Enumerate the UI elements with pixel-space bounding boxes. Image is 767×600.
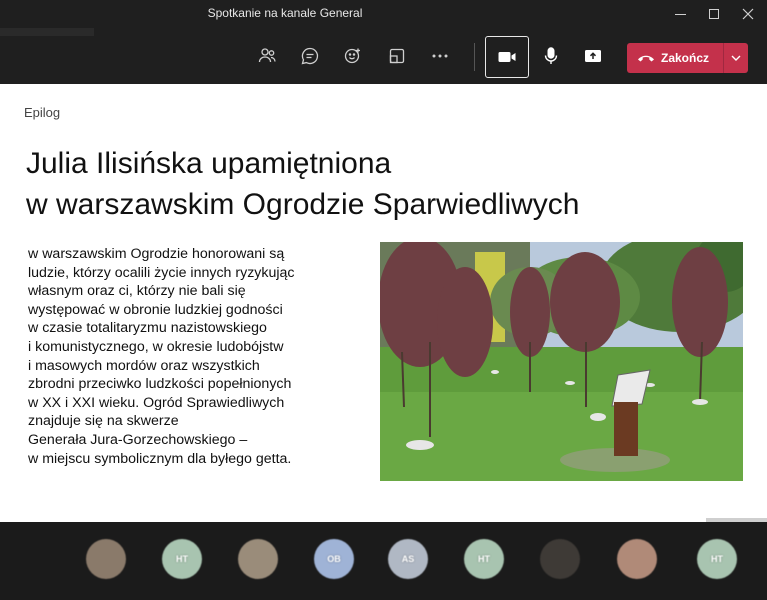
body-line: i komunistycznego, w okresie ludobójstw: [28, 338, 284, 355]
participant-avatar[interactable]: AS: [388, 539, 428, 579]
share-screen-button[interactable]: [575, 38, 611, 74]
participant-avatar[interactable]: HT: [464, 539, 504, 579]
breakout-rooms-button[interactable]: [379, 38, 415, 74]
slide-section-label: Epilog: [24, 105, 61, 120]
chevron-down-icon: [731, 55, 740, 61]
slide-title-line-2: w warszawskim Ogrodzie Sparwiedliwych: [26, 188, 580, 221]
toolbar-separator: [474, 43, 475, 71]
body-line: występować w obronie ludzkiej godności: [28, 301, 283, 318]
body-line: w XX i XXI wieku. Ogród Sprawiedliwych: [28, 394, 285, 411]
more-icon: [432, 54, 448, 58]
avatar-initials: HT: [176, 554, 188, 564]
avatar-initials: AS: [401, 554, 415, 564]
maximize-button[interactable]: [697, 0, 731, 28]
minimize-button[interactable]: [663, 0, 697, 28]
more-actions-button[interactable]: [422, 38, 458, 74]
shared-presentation-slide: Epilog Julia Ilisińska upamiętniona w wa…: [0, 84, 767, 522]
slide-body-text: w warszawskim Ogrodzie honorowani są lud…: [28, 245, 373, 468]
toolbar-left-pad: [0, 28, 94, 36]
body-line: ludzie, którzy ocalili życie innych ryzy…: [28, 264, 295, 281]
chat-button[interactable]: [292, 38, 328, 74]
chat-icon: [301, 47, 319, 65]
body-line: znajduje się na skwerze: [28, 413, 179, 430]
body-line: w warszawskim Ogrodzie honorowani są: [28, 246, 285, 262]
avatar-initials: HT: [478, 554, 490, 564]
microphone-toggle-button[interactable]: [533, 38, 569, 74]
camera-toggle-button[interactable]: [485, 36, 529, 78]
share-screen-icon: [585, 50, 601, 62]
hang-up-icon: [637, 53, 659, 63]
avatar-initials: OB: [327, 554, 341, 564]
body-line: w czasie totalitaryzmu nazistowskiego: [28, 320, 267, 337]
garden-photo: [380, 242, 743, 481]
reactions-button[interactable]: [335, 38, 371, 74]
avatar-initials: HT: [711, 554, 723, 564]
video-camera-icon: [498, 52, 516, 62]
meeting-toolbar: Zakończ: [0, 28, 767, 84]
end-call-button[interactable]: Zakończ: [627, 43, 748, 73]
participant-avatar[interactable]: OB: [314, 539, 354, 579]
close-button[interactable]: [731, 0, 765, 28]
slide-title-line-1: Julia Ilisińska upamiętniona: [26, 147, 392, 180]
body-line: Generała Jura-Gorzechowskiego –: [28, 431, 248, 448]
window-title: Spotkanie na kanale General: [207, 6, 363, 20]
breakout-rooms-icon: [389, 48, 405, 64]
participant-avatar[interactable]: [238, 539, 278, 579]
end-call-options-button[interactable]: [723, 43, 748, 73]
minimize-icon: [674, 13, 686, 15]
participant-avatar[interactable]: [86, 539, 126, 579]
participants-button[interactable]: [249, 38, 285, 74]
participant-avatar[interactable]: [617, 539, 657, 579]
reactions-icon: [344, 48, 360, 64]
maximize-icon: [709, 9, 719, 19]
close-icon: [742, 8, 754, 20]
body-line: zbrodni przeciwko ludzkości popełnionych: [28, 376, 292, 393]
participant-avatar[interactable]: HT: [697, 539, 737, 579]
body-line: w miejscu symbolicznym dla byłego getta.: [28, 450, 292, 467]
body-line: i masowych mordów oraz wszystkich: [28, 357, 260, 374]
body-line: własnym oraz ci, którzy nie bali się: [28, 283, 246, 300]
participant-avatar[interactable]: [540, 539, 580, 579]
end-call-label: Zakończ: [661, 51, 710, 65]
participants-strip: HT OB AS HT HT: [0, 522, 767, 600]
slide-title: Julia Ilisińska upamiętniona w warszawsk…: [26, 143, 726, 225]
people-icon: [258, 48, 276, 63]
microphone-icon: [544, 47, 558, 64]
title-bar: Spotkanie na kanale General: [0, 0, 767, 28]
participant-avatar[interactable]: HT: [162, 539, 202, 579]
